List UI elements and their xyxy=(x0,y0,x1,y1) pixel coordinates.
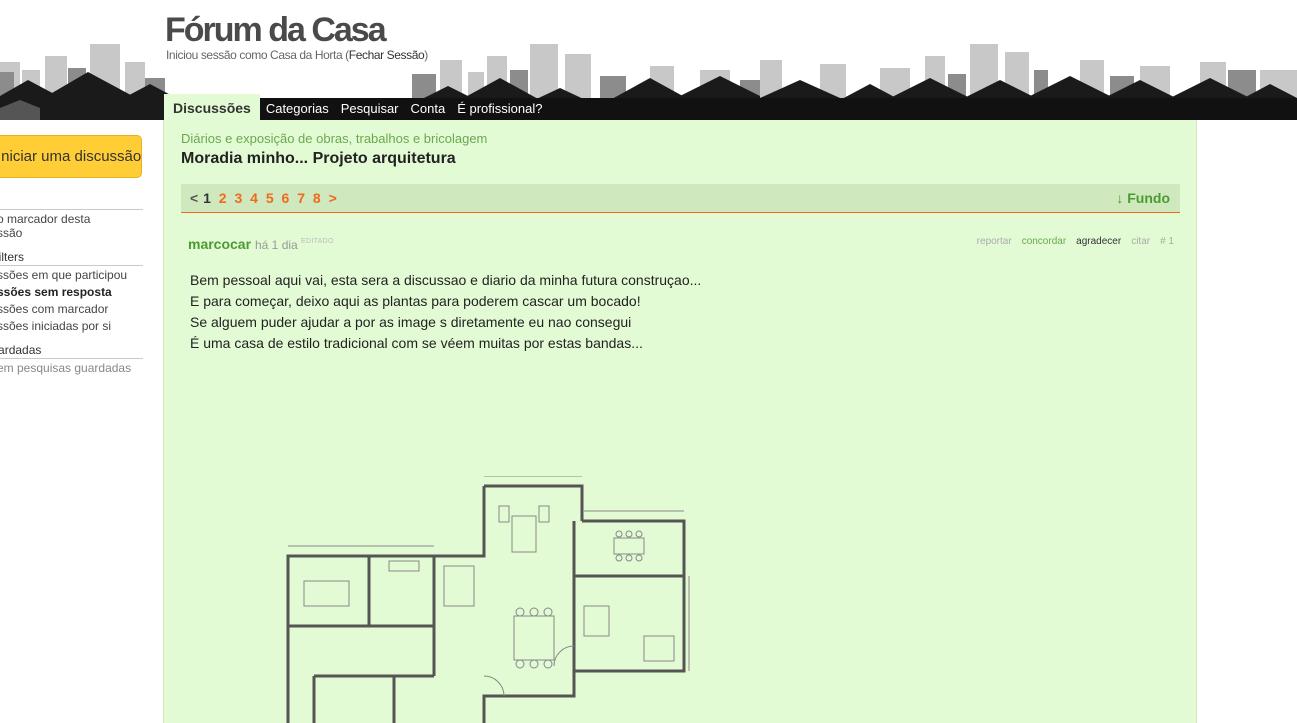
pager-page-4[interactable]: 4 xyxy=(250,190,258,206)
post-line: E para começar, deixo aqui as plantas pa… xyxy=(190,293,641,309)
filter-unanswered[interactable]: ssões sem resposta xyxy=(0,285,112,299)
pager: < 1 2 3 4 5 6 7 8 > xyxy=(190,190,337,206)
post-line: É uma casa de estilo tradicional com se … xyxy=(190,335,643,351)
pager-page-8[interactable]: 8 xyxy=(313,190,321,206)
post-author[interactable]: marcocar xyxy=(188,236,251,252)
category-breadcrumb[interactable]: Diários e exposição de obras, trabalhos … xyxy=(181,131,487,146)
session-suffix: ) xyxy=(424,48,428,62)
discussion-panel: Diários e exposição de obras, trabalhos … xyxy=(163,120,1197,723)
quote-button[interactable]: citar xyxy=(1131,236,1150,247)
saved-searches-heading-text: isas guardadas xyxy=(0,343,42,357)
bookmarks-heading: s xyxy=(0,194,143,210)
post-line: Se alguem puder ajudar a por as image s … xyxy=(190,314,632,330)
filter-bookmarked[interactable]: ssões com marcador xyxy=(0,302,108,316)
pager-page-3[interactable]: 3 xyxy=(234,190,242,206)
post-actions: reportar concordar agradecer citar # 1 xyxy=(977,236,1174,247)
sidebar: Iniciar uma discussão s o marcador desta… xyxy=(0,120,145,723)
discussion-title: Moradia minho... Projeto arquitetura xyxy=(181,150,456,167)
filter-started[interactable]: ssões iniciadas por si xyxy=(0,319,111,333)
jump-to-bottom-link[interactable]: ↓ Fundo xyxy=(1116,190,1170,206)
post-line: Bem pessoal aqui vai, esta sera a discus… xyxy=(190,272,702,288)
tab-professional[interactable]: É profissional? xyxy=(451,98,548,120)
post-time[interactable]: há 1 dia xyxy=(255,238,298,252)
bookmark-discussion-link-cont[interactable]: ssão xyxy=(0,226,22,240)
session-prefix: Iniciou sessão como Casa da Horta ( xyxy=(166,48,349,62)
report-button[interactable]: reportar xyxy=(977,236,1012,247)
filter-participated[interactable]: ssões em que participou xyxy=(0,268,127,282)
pager-page-2[interactable]: 2 xyxy=(219,190,227,206)
pager-next[interactable]: > xyxy=(329,190,338,206)
pager-current-page: 1 xyxy=(203,190,212,206)
bookmark-discussion-link[interactable]: o marcador desta xyxy=(0,212,90,226)
pager-prev[interactable]: < xyxy=(190,190,199,206)
agree-button[interactable]: concordar xyxy=(1022,236,1066,247)
tab-search[interactable]: Pesquisar xyxy=(335,98,405,120)
site-header: Fórum da Casa Iniciou sessão como Casa d… xyxy=(0,0,1297,120)
tab-categories[interactable]: Categorias xyxy=(260,98,335,120)
main-nav: Discussões Categorias Pesquisar Conta É … xyxy=(164,94,549,120)
tab-account[interactable]: Conta xyxy=(405,98,452,120)
session-status: Iniciou sessão como Casa da Horta (Fecha… xyxy=(166,48,428,62)
pager-page-6[interactable]: 6 xyxy=(282,190,290,206)
start-discussion-button[interactable]: Iniciar uma discussão xyxy=(0,135,142,178)
pager-page-7[interactable]: 7 xyxy=(297,190,305,206)
site-title[interactable]: Fórum da Casa xyxy=(165,10,387,50)
tab-discussions[interactable]: Discussões xyxy=(164,94,260,120)
floor-plan-image[interactable] xyxy=(284,476,694,723)
saved-searches-heading: isas guardadas xyxy=(0,343,143,359)
thank-button[interactable]: agradecer xyxy=(1076,236,1121,247)
post-body: Bem pessoal aqui vai, esta sera a discus… xyxy=(190,270,701,354)
post-number-link[interactable]: # 1 xyxy=(1160,236,1174,247)
filters-heading-text: ssion Filters xyxy=(0,250,25,264)
bookmarks-heading-text: s xyxy=(0,194,143,208)
pager-page-5[interactable]: 5 xyxy=(266,190,274,206)
pager-bar: < 1 2 3 4 5 6 7 8 > ↓ Fundo xyxy=(181,184,1180,213)
edited-badge: EDITADO xyxy=(301,238,334,245)
logout-link[interactable]: Fechar Sessão xyxy=(349,48,425,62)
saved-searches-empty: em pesquisas guardadas xyxy=(0,361,132,375)
filters-heading: ssion Filters xyxy=(0,250,143,266)
